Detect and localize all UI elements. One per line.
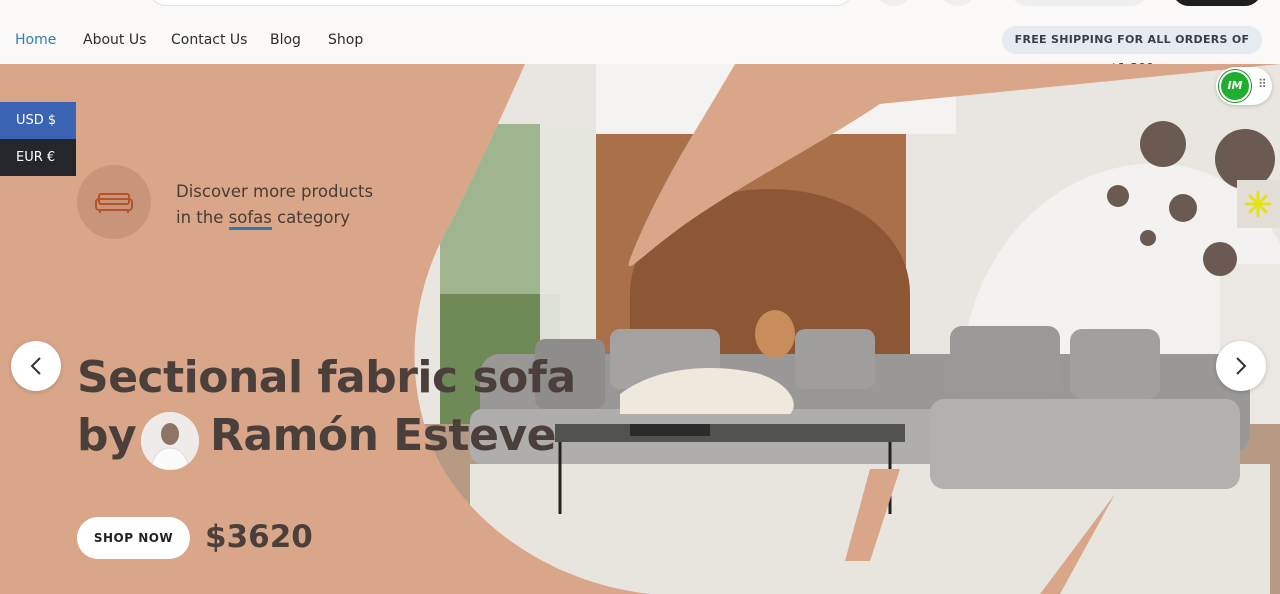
header-pill[interactable] bbox=[1010, 0, 1148, 6]
discover-text: Discover more products in the sofas cate… bbox=[176, 179, 406, 231]
hero-title-by: by bbox=[77, 410, 137, 461]
chevron-right-icon bbox=[1236, 357, 1247, 375]
currency-usd[interactable]: USD $ bbox=[0, 102, 76, 139]
discover-pre: in the bbox=[176, 208, 229, 227]
top-strip bbox=[0, 0, 1280, 12]
hero-image bbox=[414, 64, 1280, 594]
sparkle-icon bbox=[1244, 190, 1272, 218]
discover-line1: Discover more products bbox=[176, 182, 374, 201]
free-shipping-banner: FREE SHIPPING FOR ALL ORDERS OF $1.300 bbox=[1002, 26, 1262, 74]
hero-title: Sectional fabric sofa bbox=[77, 352, 576, 403]
discover-post: category bbox=[271, 208, 351, 227]
header-icon[interactable] bbox=[876, 0, 912, 6]
drag-handle-icon[interactable]: ⠿ bbox=[1258, 77, 1267, 91]
sofas-category-link[interactable]: sofas bbox=[228, 208, 272, 230]
designer-avatar bbox=[141, 412, 199, 470]
nav-contact-us[interactable]: Contact Us bbox=[171, 32, 247, 48]
slider-prev-button[interactable] bbox=[11, 341, 61, 391]
sofa-icon bbox=[95, 193, 133, 213]
product-price: $3620 bbox=[205, 519, 313, 555]
nav-shop[interactable]: Shop bbox=[328, 32, 363, 48]
sofa-category-circle[interactable] bbox=[77, 165, 151, 239]
chat-badge[interactable]: IM ⠿ bbox=[1216, 67, 1272, 105]
chevron-left-icon bbox=[30, 357, 41, 375]
slider-next-button[interactable] bbox=[1216, 341, 1266, 391]
nav-blog[interactable]: Blog bbox=[270, 32, 301, 48]
header-button[interactable] bbox=[1172, 0, 1262, 6]
nav-home[interactable]: Home bbox=[15, 32, 56, 48]
side-widget[interactable] bbox=[1237, 180, 1280, 228]
search-bar[interactable] bbox=[148, 0, 854, 6]
currency-eur[interactable]: EUR € bbox=[0, 139, 76, 176]
shop-now-button[interactable]: SHOP NOW bbox=[77, 517, 190, 559]
header-icon[interactable] bbox=[940, 0, 976, 6]
designer-name[interactable]: Ramón Esteve bbox=[210, 410, 556, 461]
discover-line2: in the sofas category bbox=[176, 205, 406, 231]
hero-slider: Discover more products in the sofas cate… bbox=[0, 64, 1280, 594]
main-nav: Home About Us Contact Us Blog Shop FREE … bbox=[0, 12, 1280, 74]
nav-about-us[interactable]: About Us bbox=[83, 32, 146, 48]
badge-logo: IM bbox=[1219, 70, 1251, 102]
